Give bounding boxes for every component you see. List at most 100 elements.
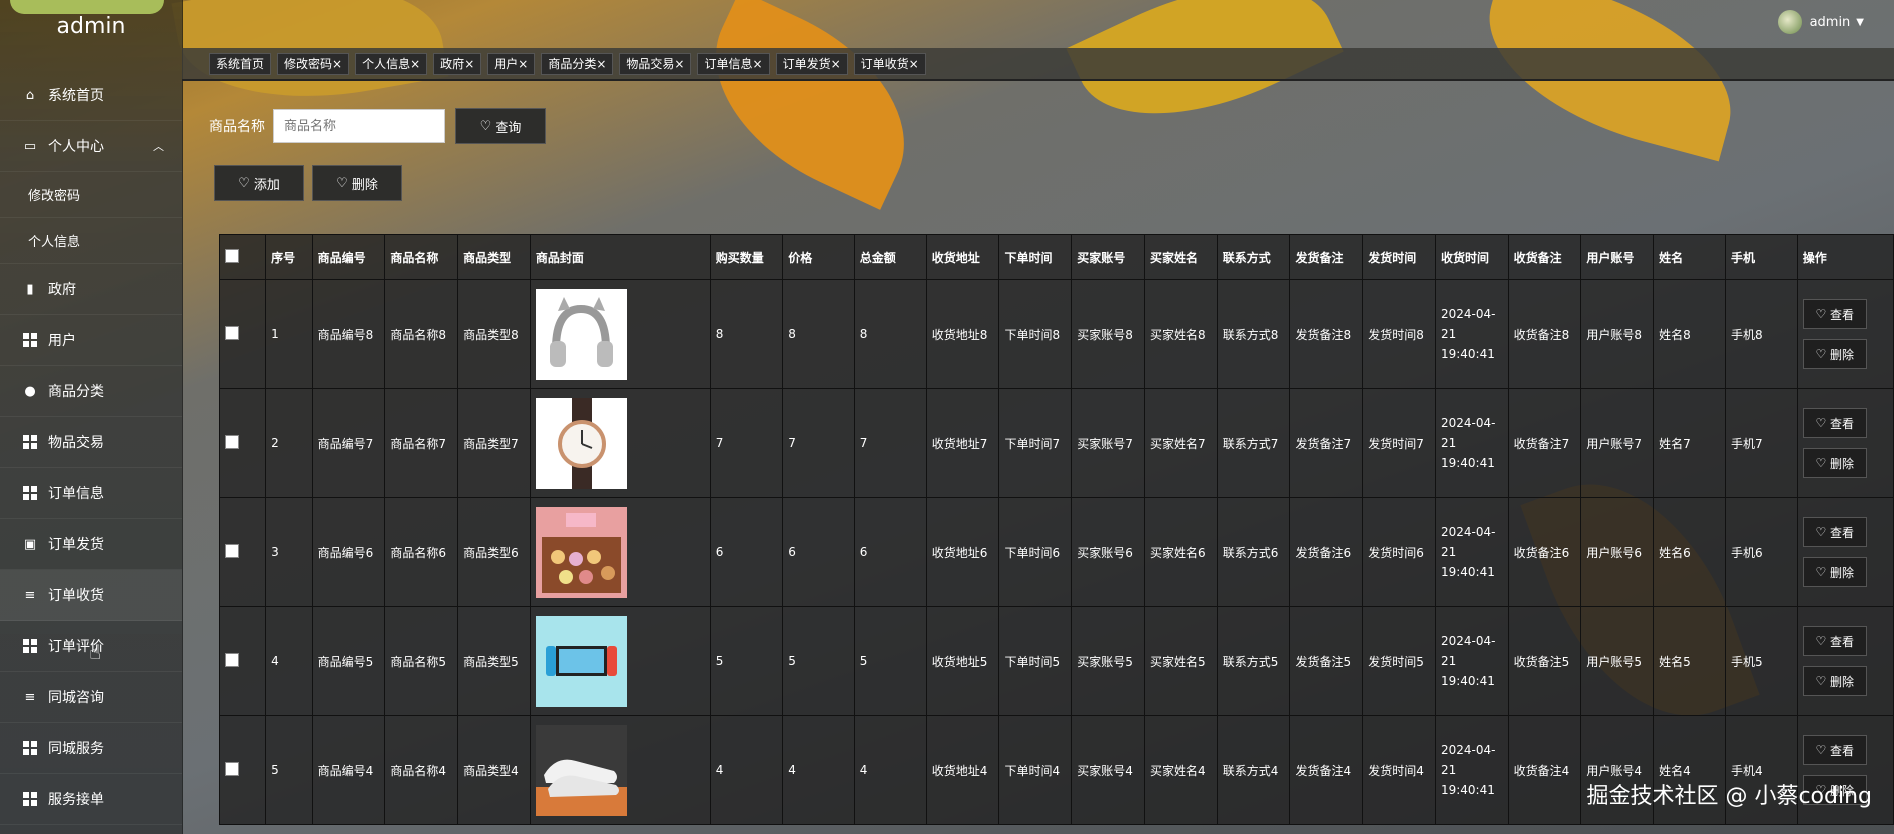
- select-all-checkbox[interactable]: [218, 234, 267, 280]
- grid-icon: [22, 791, 38, 807]
- tab-change-password[interactable]: 修改密码×: [277, 52, 350, 75]
- sidebar-item-government[interactable]: ▮ 政府: [0, 264, 182, 315]
- tab-home[interactable]: 系统首页: [209, 52, 272, 75]
- table-cell: 手机7: [1724, 388, 1798, 498]
- user-menu[interactable]: admin ▼: [1777, 10, 1864, 34]
- delete-button[interactable]: ♡ 删除: [312, 165, 402, 201]
- table-cell: 下单时间6: [998, 497, 1073, 607]
- checkbox[interactable]: [225, 248, 239, 263]
- close-icon[interactable]: ×: [332, 57, 342, 71]
- view-button[interactable]: ♡ 查看: [1802, 517, 1867, 547]
- sidebar-item-local-service[interactable]: 同城服务: [0, 723, 182, 774]
- sidebar: admin ⌂ 系统首页 ▭ 个人中心 ︿ 修改密码 个人信息 ▮ 政府 用户 …: [0, 0, 183, 834]
- view-button[interactable]: ♡ 查看: [1802, 408, 1867, 438]
- search-input[interactable]: [273, 109, 445, 143]
- checkbox[interactable]: [225, 325, 239, 340]
- sidebar-item-personal-center[interactable]: ▭ 个人中心 ︿: [0, 121, 182, 172]
- sidebar-item-order-shipping[interactable]: ▣ 订单发货: [0, 519, 182, 570]
- heart-icon: ♡: [1815, 456, 1827, 470]
- cell-cover: [529, 497, 711, 607]
- table-cell: 手机8: [1724, 279, 1798, 389]
- close-icon[interactable]: ×: [518, 57, 528, 71]
- sidebar-item-users[interactable]: 用户: [0, 315, 182, 366]
- close-icon[interactable]: ×: [753, 57, 763, 71]
- sidebar-item-order-info[interactable]: 订单信息: [0, 468, 182, 519]
- close-icon[interactable]: ×: [674, 57, 684, 71]
- column-header: 用户账号: [1580, 234, 1655, 280]
- checkbox[interactable]: [225, 652, 239, 667]
- tab-government[interactable]: 政府×: [433, 52, 482, 75]
- tab-label: 修改密码: [284, 56, 333, 71]
- table-cell: 7: [853, 388, 927, 498]
- sidebar-item-personal-info[interactable]: 个人信息: [0, 218, 182, 264]
- sidebar-item-trade[interactable]: 物品交易: [0, 417, 182, 468]
- cell-received-time: 2024-04-21 19:40:41: [1434, 606, 1509, 716]
- sidebar-item-change-password[interactable]: 修改密码: [0, 172, 182, 218]
- close-icon[interactable]: ×: [909, 57, 919, 71]
- table-cell: 商品名称8: [384, 279, 459, 389]
- row-checkbox-cell[interactable]: [218, 497, 267, 607]
- add-button[interactable]: ♡ 添加: [214, 165, 304, 201]
- row-delete-button[interactable]: ♡ 删除: [1802, 339, 1867, 369]
- table-cell: 发货备注8: [1289, 279, 1364, 389]
- row-delete-button[interactable]: ♡ 删除: [1802, 557, 1867, 587]
- close-icon[interactable]: ×: [831, 57, 841, 71]
- button-label: 查看: [1830, 307, 1855, 322]
- checkbox[interactable]: [225, 543, 239, 558]
- row-checkbox-cell[interactable]: [218, 606, 267, 716]
- tab-trade[interactable]: 物品交易×: [619, 52, 692, 75]
- table-cell: 买家姓名6: [1143, 497, 1218, 607]
- column-header: 买家姓名: [1143, 234, 1218, 280]
- tab-users[interactable]: 用户×: [487, 52, 536, 75]
- view-button[interactable]: ♡ 查看: [1802, 735, 1867, 765]
- column-header: 买家账号: [1071, 234, 1145, 280]
- column-header: 姓名: [1653, 234, 1726, 280]
- row-checkbox-cell[interactable]: [218, 715, 267, 825]
- sidebar-item-label: 同城咨询: [48, 690, 104, 706]
- table-row: 4 商品编号5 商品名称5 商品类型5 5 5 5 收货地址5 下单时间5 买家账号5 买家姓名5 联…: [218, 606, 1894, 716]
- tab-order-info[interactable]: 订单信息×: [697, 52, 770, 75]
- logo: [10, 0, 164, 14]
- row-checkbox-cell[interactable]: [218, 279, 267, 389]
- checkbox[interactable]: [225, 434, 239, 449]
- table-cell: 下单时间5: [998, 606, 1073, 716]
- table-cell: 用户账号5: [1580, 606, 1655, 716]
- grid-icon: [22, 740, 38, 756]
- sidebar-item-service-orders[interactable]: 服务接单: [0, 774, 182, 825]
- table-cell: 5: [853, 606, 927, 716]
- table-cell: 发货时间4: [1362, 715, 1436, 825]
- view-button[interactable]: ♡ 查看: [1802, 299, 1867, 329]
- watermark: 掘金技术社区 @ 小蔡coding: [1586, 784, 1872, 809]
- table-cell: 商品编号5: [311, 606, 386, 716]
- row-delete-button[interactable]: ♡ 删除: [1802, 666, 1867, 696]
- search-label: 商品名称: [209, 119, 265, 135]
- table-cell: 下单时间4: [998, 715, 1073, 825]
- query-button[interactable]: ♡ 查询: [455, 108, 546, 144]
- cell-actions: ♡ 查看 ♡ 删除: [1796, 606, 1894, 716]
- tab-order-shipping[interactable]: 订单发货×: [775, 52, 848, 75]
- sidebar-item-order-receipt[interactable]: ≡ 订单收货: [0, 570, 182, 621]
- table-cell: 收货备注7: [1507, 388, 1582, 498]
- tab-personal-info[interactable]: 个人信息×: [355, 52, 428, 75]
- checkbox[interactable]: [225, 761, 239, 776]
- table-cell: 收货备注4: [1507, 715, 1582, 825]
- view-button[interactable]: ♡ 查看: [1802, 626, 1867, 656]
- tab-label: 政府: [440, 56, 465, 71]
- tab-order-receipt[interactable]: 订单收货×: [853, 52, 926, 75]
- sidebar-item-home[interactable]: ⌂ 系统首页: [0, 70, 182, 121]
- button-label: 查看: [1830, 743, 1855, 758]
- close-icon[interactable]: ×: [596, 57, 606, 71]
- sidebar-item-local-consult[interactable]: ≡ 同城咨询: [0, 672, 182, 723]
- table-cell: 商品类型7: [457, 388, 531, 498]
- tab-product-category[interactable]: 商品分类×: [541, 52, 614, 75]
- home-icon: ⌂: [25, 87, 35, 103]
- sidebar-item-product-category[interactable]: ● 商品分类: [0, 366, 182, 417]
- row-delete-button[interactable]: ♡ 删除: [1802, 448, 1867, 478]
- table-cell: 买家姓名8: [1143, 279, 1218, 389]
- table-cell: 商品编号6: [311, 497, 386, 607]
- table-cell: 8: [853, 279, 927, 389]
- close-icon[interactable]: ×: [464, 57, 474, 71]
- row-checkbox-cell[interactable]: [218, 388, 267, 498]
- button-label: 删除: [1830, 565, 1855, 580]
- close-icon[interactable]: ×: [410, 57, 420, 71]
